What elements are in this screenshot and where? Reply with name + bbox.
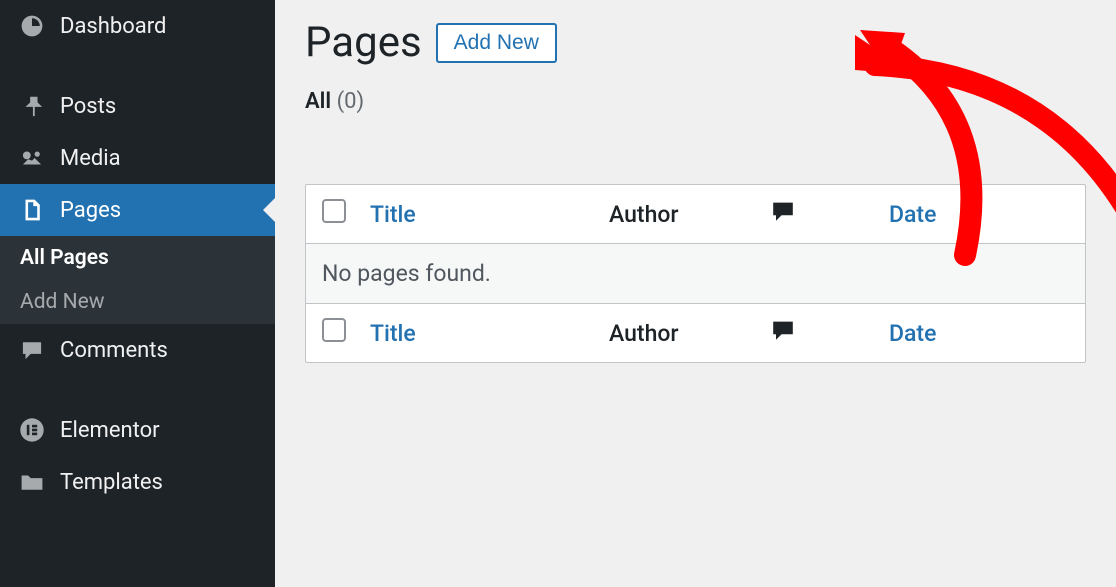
sidebar-item-dashboard[interactable]: Dashboard [0,0,275,52]
select-all-cell-footer [322,318,370,348]
sidebar-item-pages[interactable]: Pages [0,184,275,236]
comment-bubble-icon [769,197,797,231]
sidebar-item-label: Elementor [60,418,160,443]
media-icon [18,144,46,172]
pages-table: Title Author Date No pages found. Title … [305,184,1086,363]
column-author: Author [609,201,769,228]
sidebar-submenu: All Pages Add New [0,236,275,324]
sidebar-item-elementor[interactable]: Elementor [0,404,275,456]
page-header: Pages Add New [305,18,1086,67]
sidebar-item-label: Pages [60,198,121,223]
sidebar-item-templates[interactable]: Templates [0,456,275,508]
add-new-button[interactable]: Add New [436,23,557,63]
elementor-icon [18,416,46,444]
sidebar-item-label: Comments [60,338,168,363]
admin-sidebar: Dashboard Posts Media Pages All Pages Ad… [0,0,275,587]
comment-icon [18,336,46,364]
column-comments [769,197,889,231]
sidebar-item-posts[interactable]: Posts [0,80,275,132]
dashboard-icon [18,12,46,40]
select-all-cell [322,199,370,229]
column-title[interactable]: Title [370,201,609,228]
column-author-footer: Author [609,320,769,347]
sidebar-item-comments[interactable]: Comments [0,324,275,376]
comment-bubble-icon [769,316,797,350]
column-date-footer[interactable]: Date [889,320,1069,347]
submenu-all-pages[interactable]: All Pages [0,236,275,280]
column-comments-footer [769,316,889,350]
filter-links: All (0) [305,89,1086,114]
select-all-checkbox[interactable] [322,199,346,223]
sidebar-item-label: Posts [60,94,116,119]
column-date[interactable]: Date [889,201,1069,228]
sidebar-item-label: Dashboard [60,14,166,39]
column-title-footer[interactable]: Title [370,320,609,347]
sidebar-item-label: Templates [60,470,163,495]
sidebar-item-media[interactable]: Media [0,132,275,184]
sidebar-item-label: Media [60,146,121,171]
folder-icon [18,468,46,496]
pages-icon [18,196,46,224]
submenu-add-new[interactable]: Add New [0,280,275,324]
table-header-row: Title Author Date [306,185,1085,244]
filter-all[interactable]: All (0) [305,89,364,114]
page-title: Pages [305,18,422,67]
table-empty-row: No pages found. [306,244,1085,304]
select-all-checkbox-footer[interactable] [322,318,346,342]
main-content: Pages Add New All (0) Title Author Date … [275,0,1116,587]
table-footer-row: Title Author Date [306,304,1085,362]
pin-icon [18,92,46,120]
